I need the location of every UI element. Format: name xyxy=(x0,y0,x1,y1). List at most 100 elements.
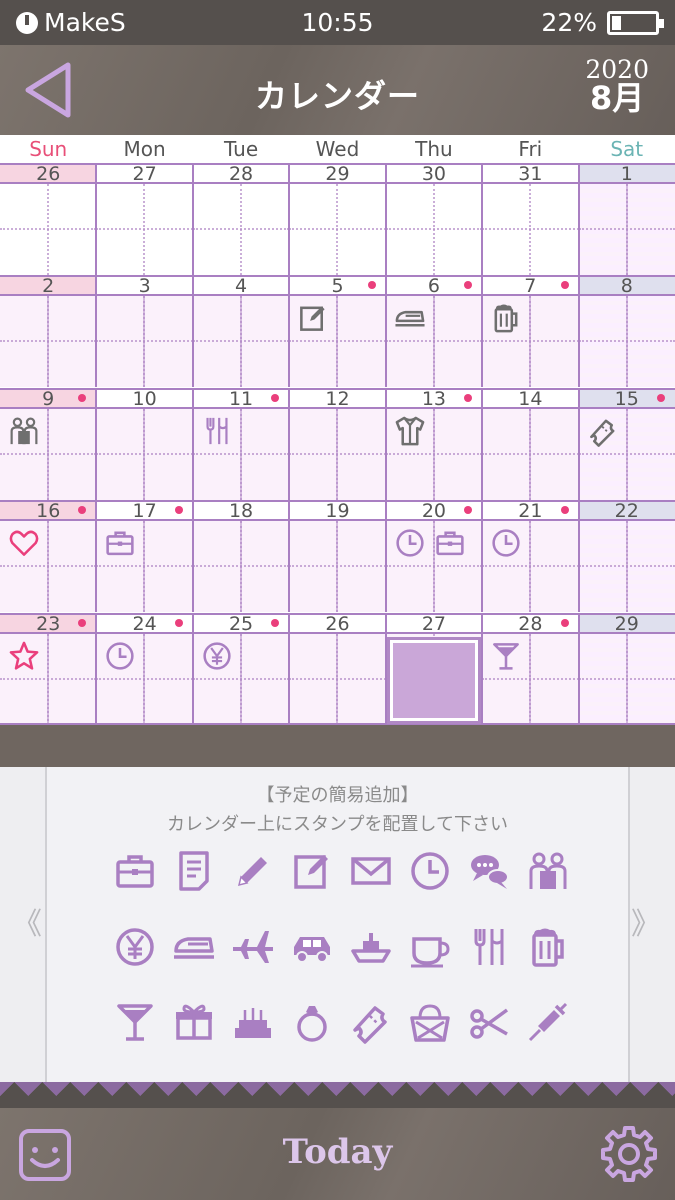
pencil-icon[interactable] xyxy=(231,849,275,893)
column-divider xyxy=(288,387,291,500)
calendar-day-cell[interactable]: 16 xyxy=(0,500,98,613)
column-divider xyxy=(95,163,98,275)
column-divider xyxy=(288,275,291,388)
calendar-day-cell[interactable]: 10 xyxy=(96,387,194,500)
column-divider xyxy=(577,163,580,275)
calendar-day-cell[interactable]: 28 xyxy=(192,163,291,275)
column-divider xyxy=(384,612,387,725)
column-divider xyxy=(191,275,194,388)
day-number: 14 xyxy=(518,387,543,410)
next-page-arrow[interactable]: 》 xyxy=(631,899,661,943)
people-icon xyxy=(10,417,38,444)
clock-icon xyxy=(492,529,520,557)
syringe-icon[interactable] xyxy=(526,1000,570,1044)
clock-icon xyxy=(106,641,135,670)
day-number-bar: 27 xyxy=(385,612,483,635)
day-number-bar: 17 xyxy=(96,500,193,522)
beer-icon[interactable] xyxy=(526,925,570,969)
calendar-day-cell[interactable]: 19 xyxy=(289,500,387,613)
briefcase-icon[interactable] xyxy=(113,849,157,893)
calendar-day-cell[interactable]: 26 xyxy=(289,612,387,725)
calendar-day-cell[interactable]: 25 xyxy=(192,612,291,725)
calendar-day-cell[interactable]: 15 xyxy=(578,387,675,500)
battery-percent: 22% xyxy=(541,8,597,37)
calendar-day-cell[interactable]: 1 xyxy=(578,163,675,275)
calendar-day-cell[interactable]: 17 xyxy=(96,500,194,613)
calendar-week: 16 17 18 19 20 21 22 xyxy=(0,500,675,613)
calendar-day-cell[interactable]: 18 xyxy=(192,500,291,613)
header-date[interactable]: 2020 8月 xyxy=(585,57,649,114)
calendar-day-cell[interactable]: 8 xyxy=(578,275,675,388)
ticket-icon[interactable] xyxy=(349,1000,393,1044)
calendar-day-cell[interactable]: 20 xyxy=(385,500,484,613)
calendar-day-cell[interactable]: 26 xyxy=(0,163,98,275)
car-icon[interactable] xyxy=(290,925,334,969)
day-body xyxy=(482,184,579,275)
ring-icon[interactable] xyxy=(290,1000,334,1044)
calendar-day-cell[interactable]: 23 xyxy=(0,612,98,725)
day-number-bar: 30 xyxy=(385,163,483,185)
calendar-day-cell[interactable]: 6 xyxy=(385,275,484,388)
day-number-bar: 11 xyxy=(192,387,290,410)
calendar-day-cell[interactable]: 27 xyxy=(96,163,194,275)
calendar-day-cell[interactable]: 24 xyxy=(96,612,194,725)
day-body xyxy=(578,521,675,613)
column-divider xyxy=(288,612,291,725)
calendar-day-cell[interactable]: 29 xyxy=(289,163,387,275)
calendar-day-cell[interactable]: 22 xyxy=(578,500,675,613)
calendar-day-cell[interactable]: 2 xyxy=(0,275,98,388)
clock-icon[interactable] xyxy=(408,849,452,893)
day-body xyxy=(482,408,579,500)
day-stamps xyxy=(8,415,40,447)
calendar-day-cell[interactable]: 27 xyxy=(385,612,484,725)
calendar-day-cell[interactable]: 5 xyxy=(289,275,387,388)
airplane-icon[interactable] xyxy=(231,925,275,969)
train-icon[interactable] xyxy=(172,925,216,969)
day-stamps xyxy=(8,527,40,559)
calendar-day-cell[interactable]: 12 xyxy=(289,387,387,500)
day-body xyxy=(96,184,194,275)
coffee-icon[interactable] xyxy=(408,925,452,969)
calendar-day-cell[interactable]: 30 xyxy=(385,163,484,275)
scissors-icon[interactable] xyxy=(467,1000,511,1044)
gear-icon[interactable] xyxy=(599,1124,659,1184)
calendar-day-cell[interactable]: 31 xyxy=(482,163,580,275)
day-number-bar: 22 xyxy=(578,500,675,522)
weekday-tue: Tue xyxy=(223,137,259,161)
calendar-day-cell[interactable]: 21 xyxy=(482,500,580,613)
calendar-day-cell[interactable]: 14 xyxy=(482,387,580,500)
calendar-day-cell[interactable]: 13 xyxy=(385,387,484,500)
chat-icon[interactable] xyxy=(467,849,511,893)
people-icon[interactable] xyxy=(526,849,570,893)
column-divider xyxy=(384,500,387,613)
calendar-day-cell[interactable]: 9 xyxy=(0,387,98,500)
calendar-day-cell[interactable]: 11 xyxy=(192,387,291,500)
cake-icon[interactable] xyxy=(231,1000,275,1044)
day-number: 31 xyxy=(518,163,543,185)
document-icon[interactable] xyxy=(172,849,216,893)
calendar-day-cell[interactable]: 7 xyxy=(482,275,580,388)
basket-icon[interactable] xyxy=(408,1000,452,1044)
column-divider xyxy=(577,500,580,613)
mail-icon[interactable] xyxy=(349,849,393,893)
yen-icon[interactable] xyxy=(113,925,157,969)
today-button[interactable]: Today xyxy=(0,1132,675,1172)
ship-icon[interactable] xyxy=(349,925,393,969)
clock-icon xyxy=(396,529,424,557)
cocktail-icon[interactable] xyxy=(113,1000,157,1044)
weekday-sat: Sat xyxy=(610,137,644,161)
calendar-app: MakeS 10:55 22% カレンダー 2020 8月 Sun Mon Tu… xyxy=(0,0,675,1200)
day-number-bar: 10 xyxy=(96,387,193,410)
gift-icon[interactable] xyxy=(172,1000,216,1044)
calendar-day-cell[interactable]: 3 xyxy=(96,275,194,388)
calendar-day-cell[interactable]: 29 xyxy=(578,612,675,725)
day-number: 29 xyxy=(614,612,639,635)
calendar-day-cell[interactable]: 28 xyxy=(482,612,580,725)
day-stamps xyxy=(394,415,426,447)
prev-page-arrow[interactable]: 《 xyxy=(12,899,42,943)
restaurant-icon[interactable] xyxy=(467,925,511,969)
day-number: 8 xyxy=(620,275,633,298)
day-number-bar: 26 xyxy=(289,612,386,635)
memo-icon[interactable] xyxy=(290,849,334,893)
calendar-day-cell[interactable]: 4 xyxy=(192,275,291,388)
